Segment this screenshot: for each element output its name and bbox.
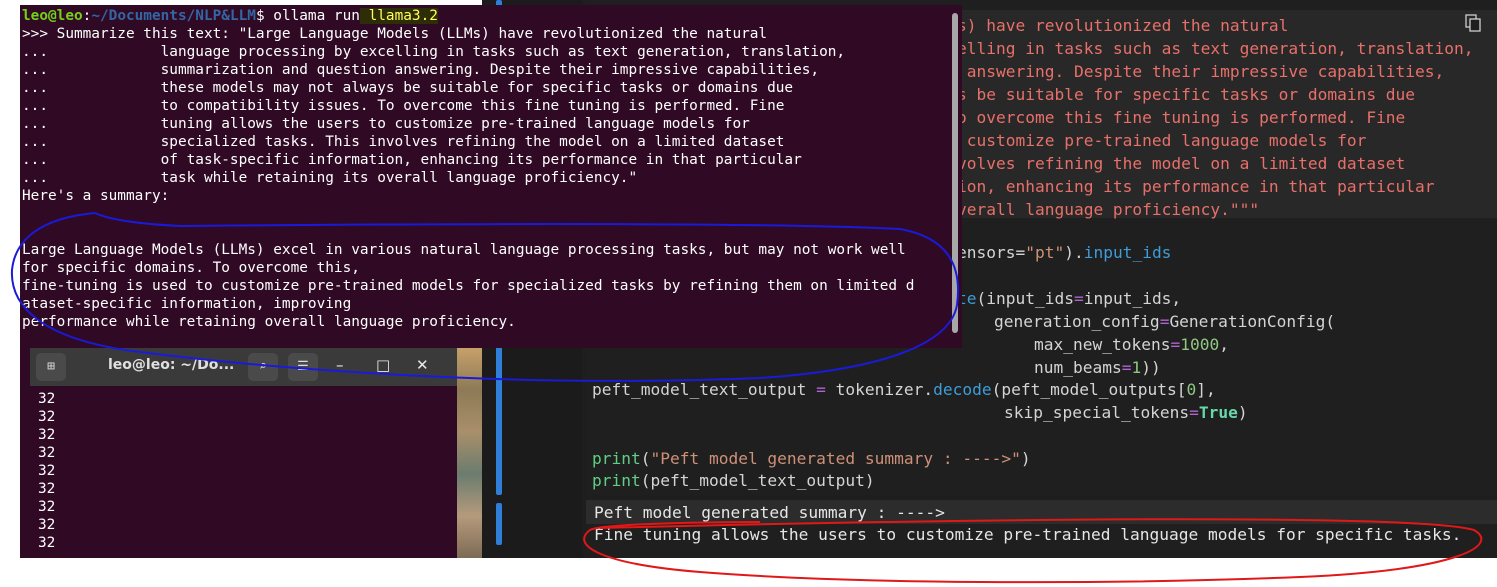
output-cell: Peft model generated summary : ----> Fin… xyxy=(586,500,1497,558)
code-line-print-output: print(peft_model_text_output) xyxy=(592,471,875,490)
code-line-generation-config: generation_config=GenerationConfig( xyxy=(994,312,1336,331)
close-button[interactable]: ✕ xyxy=(416,356,429,374)
terminal-window-main[interactable]: leo@leo:~/Documents/NLP&LLM$ ollama run … xyxy=(20,5,962,348)
response-line: ataset-specific information, improving xyxy=(22,296,352,312)
code-line-max-new-tokens: max_new_tokens=1000, xyxy=(1034,335,1229,354)
desktop-background xyxy=(457,348,482,558)
code-line-print-header: print("Peft model generated summary : --… xyxy=(592,449,1031,468)
terminal-line: >>> Summarize this text: "Large Language… xyxy=(22,26,768,42)
terminal-line: ... these models may not always be suita… xyxy=(22,80,794,96)
output-number: 32 xyxy=(38,391,56,407)
terminal-scrollbar[interactable] xyxy=(952,13,958,333)
terminal-line: ... to compatibility issues. To overcome… xyxy=(22,98,785,114)
output-number: 32 xyxy=(38,481,56,497)
output-number: 32 xyxy=(38,499,56,515)
docstring-line: volves refining the model on a limited d… xyxy=(957,154,1406,173)
window-title: leo@leo: ~/Do... xyxy=(108,357,235,373)
output-number: 32 xyxy=(38,463,56,479)
maximize-button[interactable]: □ xyxy=(376,356,390,374)
terminal-line: Here's a summary: xyxy=(22,188,170,204)
new-tab-icon[interactable]: ⊞ xyxy=(36,353,66,381)
terminal-line: ... summarization and question answering… xyxy=(22,62,820,78)
minimize-button[interactable]: – xyxy=(336,356,344,374)
copy-icon[interactable] xyxy=(1465,14,1481,32)
terminal-header-bar: ⊞ leo@leo: ~/Do... ⌕ ☰ – □ ✕ xyxy=(30,348,457,386)
code-line-generate: te(input_ids=input_ids, xyxy=(957,289,1182,308)
output-number: 32 xyxy=(38,535,56,551)
terminal-line: ... task while retaining its overall lan… xyxy=(22,170,638,186)
docstring-line: customize pre-trained language models fo… xyxy=(957,131,1367,150)
response-line: for specific domains. To overcome this, xyxy=(22,260,360,276)
code-line-num-beams: num_beams=1)) xyxy=(1034,358,1161,377)
code-line-decode: peft_model_text_output = tokenizer.decod… xyxy=(592,380,1216,399)
output-line-header: Peft model generated summary : ----> xyxy=(594,503,945,522)
output-number: 32 xyxy=(38,409,56,425)
output-number: 32 xyxy=(38,445,56,461)
response-line: performance while retaining overall lang… xyxy=(22,314,516,330)
model-name-highlight: llama3.2 xyxy=(359,8,438,24)
output-selection-bar[interactable] xyxy=(496,503,502,545)
docstring-line: s be suitable for specific tasks or doma… xyxy=(957,85,1416,104)
search-icon[interactable]: ⌕ xyxy=(248,353,278,381)
docstring-line: s) have revolutionized the natural xyxy=(957,16,1289,35)
response-line: Large Language Models (LLMs) excel in va… xyxy=(22,242,906,258)
prompt-line: leo@leo:~/Documents/NLP&LLM$ ollama run … xyxy=(22,8,438,24)
docstring-line: elling in tasks such as text generation,… xyxy=(957,39,1474,58)
output-number: 32 xyxy=(38,517,56,533)
terminal-line: ... of task-specific information, enhanc… xyxy=(22,152,802,168)
docstring-line: o overcome this fine tuning is performed… xyxy=(957,108,1406,127)
terminal-line: ... tuning allows the users to customize… xyxy=(22,116,750,132)
output-line-summary: Fine tuning allows the users to customiz… xyxy=(594,525,1462,544)
docstring-line: ion, enhancing its performance in that p… xyxy=(957,177,1435,196)
terminal-line: ... language processing by excelling in … xyxy=(22,44,846,60)
terminal-line: ... specialized tasks. This involves ref… xyxy=(22,134,785,150)
output-number: 32 xyxy=(38,427,56,443)
docstring-line: answering. Despite their impressive capa… xyxy=(957,62,1445,81)
terminal-window-secondary[interactable]: ⊞ leo@leo: ~/Do... ⌕ ☰ – □ ✕ 32 32 32 32 32 3… xyxy=(20,348,457,558)
hamburger-menu-icon[interactable]: ☰ xyxy=(288,353,318,381)
code-line-tensors: ensors="pt").input_ids xyxy=(957,243,1172,262)
code-line-skip-special-tokens: skip_special_tokens=True) xyxy=(1004,403,1248,422)
response-line: fine-tuning is used to customize pre-tra… xyxy=(22,278,915,294)
docstring-line: verall language proficiency.""" xyxy=(957,200,1260,219)
